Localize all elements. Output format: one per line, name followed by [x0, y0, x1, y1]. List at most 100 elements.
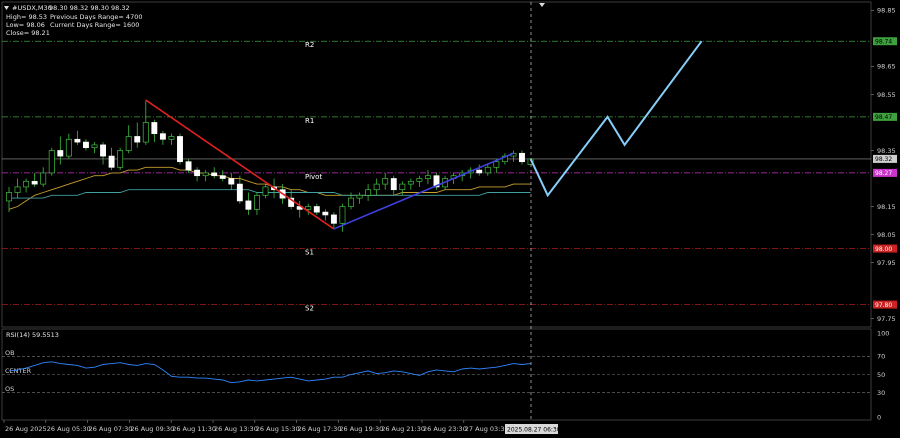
candle-bull — [125, 136, 132, 151]
current-price-tag-text: 98.32 — [875, 156, 892, 163]
candle-bull — [407, 180, 414, 185]
candle-bear — [330, 214, 337, 224]
candle-bull — [416, 178, 423, 182]
chart-background — [0, 0, 900, 438]
candle-bull — [484, 166, 491, 174]
candle-bear — [519, 152, 525, 163]
candle-bull — [6, 192, 12, 202]
current-range-label: Current Days Range= 1600 — [50, 21, 139, 29]
rsi-tick-label: 100 — [877, 329, 889, 337]
level-price-tag-text: 98.74 — [875, 39, 892, 46]
candle-bear — [31, 180, 38, 185]
price-tick-label: 97.75 — [877, 315, 896, 323]
previous-range-label: Previous Days Range= 4700 — [50, 13, 142, 21]
candle-bear — [194, 169, 201, 177]
time-tick-label: 26 Aug 05:30 — [47, 425, 91, 433]
candle-bull — [40, 172, 47, 185]
candle-bear — [74, 138, 81, 143]
candle-bear — [228, 178, 235, 185]
level-label-r2: R2 — [305, 41, 314, 49]
candle-bull — [117, 150, 124, 168]
price-tick-label: 98.15 — [877, 203, 896, 211]
candle-bull — [493, 161, 500, 168]
candle-bear — [134, 136, 141, 143]
time-tick-label: 26 Aug 2025 — [5, 425, 47, 433]
close-label: Close= 98.21 — [6, 29, 50, 37]
time-tick-label: 26 Aug 11:30 — [172, 425, 216, 433]
price-tick-label: 98.65 — [877, 63, 896, 71]
rsi-tick-label: 50 — [877, 371, 885, 379]
candle-bull — [142, 122, 149, 143]
candle-bear — [100, 144, 106, 157]
price-tick-label: 98.35 — [877, 147, 896, 155]
symbol-title: #USDX,M30 — [12, 4, 52, 12]
candle-bear — [211, 172, 218, 177]
candle-bear — [245, 200, 252, 210]
price-tick-label: 98.85 — [877, 7, 896, 15]
candle-bear — [177, 136, 183, 163]
candle-bull — [305, 206, 312, 210]
time-tick-label: 26 Aug 07:30 — [89, 425, 133, 433]
time-tick-label: 26 Aug 15:30 — [256, 425, 300, 433]
time-tick-label: 26 Aug 23:30 — [423, 425, 467, 433]
candle-bear — [219, 175, 226, 179]
rsi-level-label: OB — [5, 349, 15, 357]
price-tick-label: 98.05 — [877, 231, 896, 239]
candle-bull — [339, 206, 346, 224]
rsi-level-label: CENTER — [5, 367, 32, 375]
candle-bull — [348, 197, 354, 207]
candle-bear — [159, 133, 166, 140]
rsi-tick-label: 70 — [877, 353, 885, 361]
time-tick-label: 26 Aug 19:30 — [339, 425, 383, 433]
level-price-tag-text: 98.47 — [875, 114, 892, 121]
time-tick-label: 27 Aug 03:30 — [465, 425, 509, 433]
candle-bull — [91, 144, 98, 149]
rsi-tick-label: 30 — [877, 389, 885, 397]
price-tick-label: 98.55 — [877, 91, 896, 99]
level-price-tag-text: 98.00 — [875, 246, 892, 253]
rsi-label: RSI(14) 59.5513 — [6, 331, 59, 339]
candle-bull — [202, 172, 209, 177]
level-label-pivot: Pivot — [305, 173, 322, 181]
candle-bull — [23, 180, 30, 188]
candle-bull — [262, 186, 269, 196]
candle-bear — [57, 150, 64, 157]
candle-bull — [373, 183, 380, 191]
level-price-tag-text: 98.27 — [875, 170, 892, 177]
candle-bear — [322, 211, 329, 216]
candle-bull — [356, 194, 363, 199]
cursor-time-label: 2025.08.27 06:30 — [507, 427, 561, 434]
candle-bear — [185, 161, 192, 171]
chart-window[interactable]: R2 98.74 R1 98.47 Pivot 98.27 S1 98.00 S2 97.80 98… — [0, 0, 900, 438]
low-label: Low= 98.06 — [6, 21, 45, 29]
candle-bull — [65, 138, 72, 157]
candle-bear — [236, 183, 243, 202]
candle-bull — [168, 136, 175, 140]
candle-bull — [14, 186, 21, 193]
candle-bear — [151, 122, 158, 135]
rsi-level-label: OS — [5, 385, 14, 393]
level-price-tag-text: 97.80 — [875, 302, 892, 309]
rsi-tick-label: 0 — [877, 413, 881, 421]
price-tick-label: 97.95 — [877, 259, 896, 267]
level-label-r1: R1 — [305, 117, 314, 125]
candle-bear — [390, 178, 397, 191]
time-tick-label: 26 Aug 09:30 — [130, 425, 174, 433]
candle-bear — [476, 169, 483, 174]
candle-bull — [425, 175, 431, 179]
high-label: High= 98.53 — [6, 13, 47, 21]
candle-bull — [48, 150, 55, 174]
candle-bull — [254, 194, 260, 210]
time-tick-label: 26 Aug 17:30 — [298, 425, 342, 433]
candle-bull — [382, 178, 389, 185]
candle-bull — [365, 189, 372, 196]
candle-bull — [399, 183, 406, 191]
level-label-s1: S1 — [305, 249, 314, 257]
time-tick-label: 26 Aug 21:30 — [381, 425, 425, 433]
candle-bear — [313, 206, 320, 213]
candle-bear — [82, 141, 89, 149]
candle-bear — [108, 155, 115, 168]
ohlc-values: 98.30 98.32 98.30 98.32 — [49, 4, 130, 12]
level-label-s2: S2 — [305, 305, 314, 313]
time-tick-label: 26 Aug 13:30 — [214, 425, 258, 433]
